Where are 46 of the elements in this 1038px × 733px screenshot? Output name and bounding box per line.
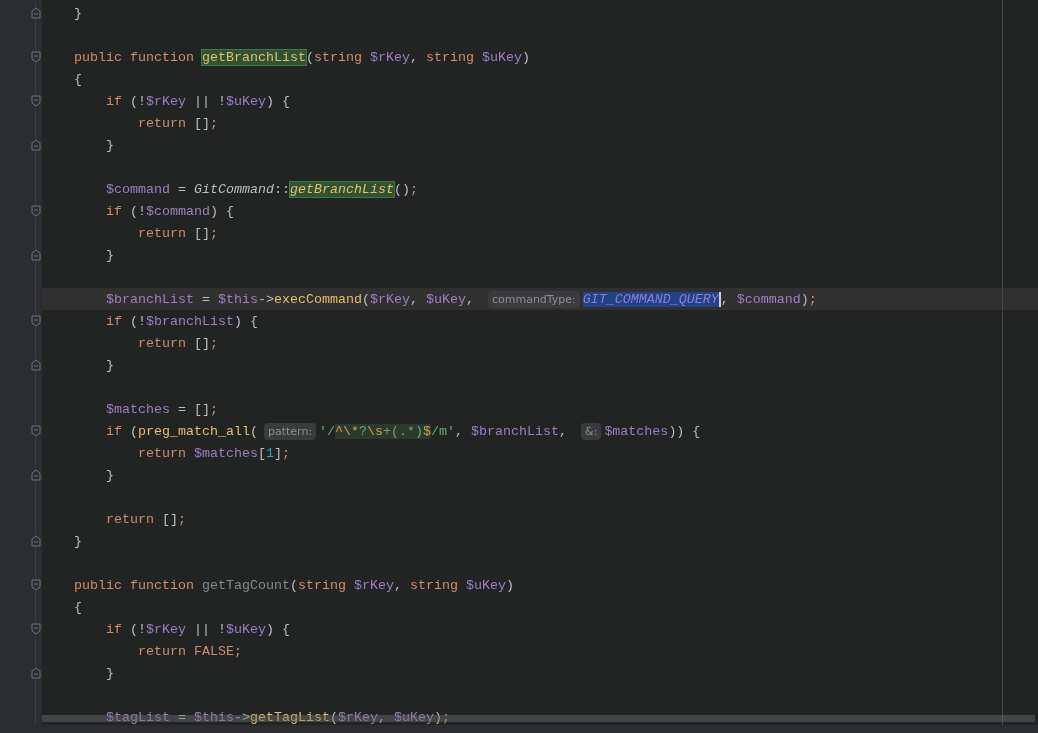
code-line: { xyxy=(73,70,82,89)
code-line: if (!$rKey || !$uKey) { xyxy=(105,92,290,111)
code-line: return $matches[1]; xyxy=(136,444,290,463)
code-line: if (!$rKey || !$uKey) { xyxy=(105,620,290,639)
code-line: } xyxy=(105,664,114,683)
fold-icon[interactable] xyxy=(31,623,41,635)
fold-icon[interactable] xyxy=(31,579,41,591)
code-text: GIT_COMMAND_QUERY, $command); xyxy=(582,291,817,307)
unfold-icon[interactable] xyxy=(31,535,41,547)
code-line: public function getBranchList(string $rKey, string $uKey) xyxy=(73,48,530,67)
code-line: if (!$branchList) { xyxy=(105,312,258,331)
code-line: return []; xyxy=(105,510,186,529)
code-line: if (!$command) { xyxy=(105,202,234,221)
code-text: $branchList = $this->execCommand($rKey, $uKey, xyxy=(105,291,475,307)
code-line: } xyxy=(105,246,114,265)
code-line: } xyxy=(105,356,114,375)
fold-icon[interactable] xyxy=(31,425,41,437)
code-line: } xyxy=(105,466,114,485)
code-line: { xyxy=(73,598,82,617)
parameter-hint: commandType: xyxy=(487,290,580,308)
unfold-icon[interactable] xyxy=(31,249,41,261)
unfold-icon[interactable] xyxy=(31,667,41,679)
fold-icon[interactable] xyxy=(31,51,41,63)
parameter-hint: &: xyxy=(581,422,602,440)
unfold-icon[interactable] xyxy=(31,469,41,481)
code-line: $command = GitCommand::getBranchList(); xyxy=(105,180,418,199)
code-line: return FALSE; xyxy=(136,642,242,661)
code-text: $matches)) { xyxy=(604,423,701,439)
code-line: } xyxy=(73,532,82,551)
code-line: } xyxy=(73,4,82,23)
code-text: '/^\*?\s+(.*)$/m', $branchList, xyxy=(319,423,569,439)
fold-icon[interactable] xyxy=(31,95,41,107)
unfold-icon[interactable] xyxy=(31,139,41,151)
code-line: public function getTagCount(string $rKey, string $uKey) xyxy=(73,576,514,595)
unfold-icon[interactable] xyxy=(31,359,41,371)
code-line: $matches = []; xyxy=(105,400,218,419)
unfold-icon[interactable] xyxy=(31,7,41,19)
code-text: if (preg_match_all( xyxy=(105,423,258,439)
code-line: } xyxy=(105,136,114,155)
code-line: return []; xyxy=(136,224,218,243)
code-line: $tagList = $this->getTagList($rKey, $uKey); xyxy=(105,708,450,727)
fold-icon[interactable] xyxy=(31,315,41,327)
parameter-hint: pattern: xyxy=(263,422,317,440)
code-line: return []; xyxy=(136,114,218,133)
code-line: return []; xyxy=(136,334,218,353)
fold-icon[interactable] xyxy=(31,205,41,217)
